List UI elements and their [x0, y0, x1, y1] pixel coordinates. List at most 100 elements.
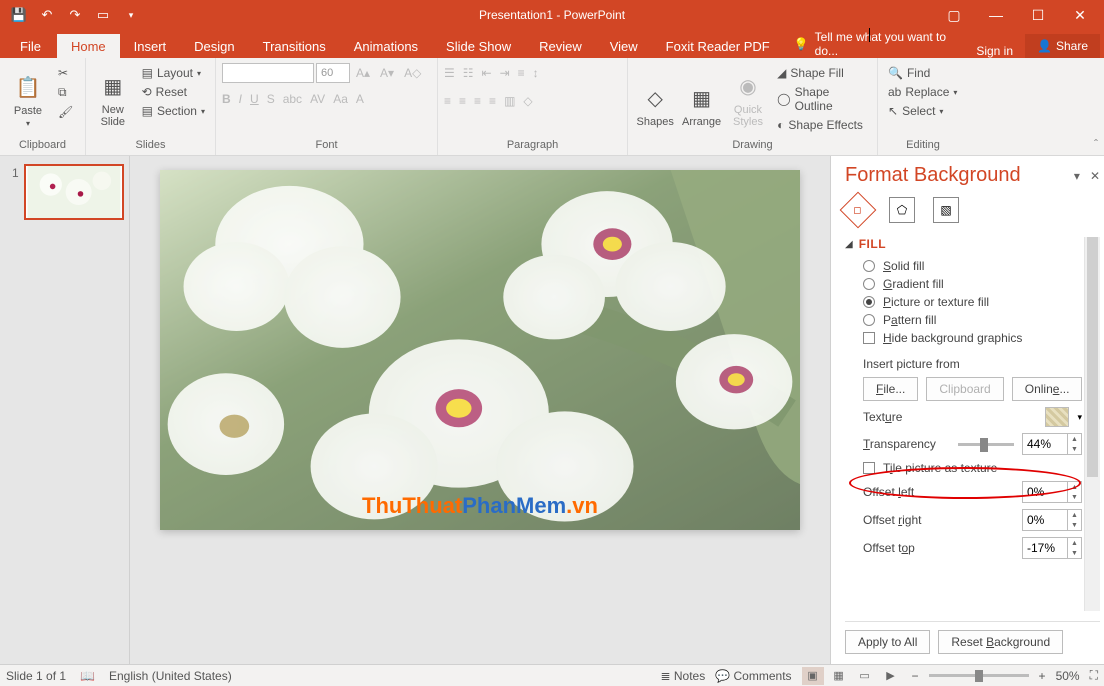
- effects-category-icon[interactable]: ⬠: [889, 197, 915, 223]
- font-name-combo[interactable]: [222, 63, 314, 83]
- layout-button[interactable]: ▤Layout▾: [138, 64, 209, 82]
- font-color-icon[interactable]: A: [356, 92, 364, 106]
- share-button[interactable]: 👤 Share: [1025, 34, 1100, 58]
- tile-picture-check[interactable]: Tile picture as texture: [863, 461, 1082, 475]
- tab-view[interactable]: View: [596, 34, 652, 58]
- zoom-out-icon[interactable]: −: [912, 669, 919, 683]
- apply-to-all-button[interactable]: Apply to All: [845, 630, 930, 654]
- undo-icon[interactable]: ↶: [36, 4, 58, 26]
- slide-thumbnail-1[interactable]: 1: [24, 164, 124, 220]
- pattern-fill-radio[interactable]: Pattern fill: [863, 313, 1082, 327]
- decrease-indent-icon[interactable]: ⇤: [482, 66, 492, 80]
- normal-view-icon[interactable]: ▣: [802, 667, 824, 685]
- spin-down-icon[interactable]: ▼: [1068, 548, 1081, 558]
- spacing-icon[interactable]: AV: [310, 92, 325, 106]
- zoom-slider[interactable]: [929, 674, 1029, 677]
- italic-icon[interactable]: I: [239, 92, 242, 106]
- justify-icon[interactable]: ≡: [489, 94, 496, 108]
- tab-insert[interactable]: Insert: [120, 34, 181, 58]
- fill-category-icon[interactable]: ◇: [840, 192, 877, 229]
- offset-left-spinner[interactable]: ▲▼: [1022, 481, 1082, 503]
- online-button[interactable]: Online...: [1012, 377, 1083, 401]
- maximize-icon[interactable]: ☐: [1018, 1, 1058, 29]
- shape-fill-button[interactable]: ◢Shape Fill: [773, 64, 871, 82]
- redo-icon[interactable]: ↷: [64, 4, 86, 26]
- comments-button[interactable]: 💬 Comments: [715, 669, 791, 683]
- font-size-combo[interactable]: 60: [316, 63, 350, 83]
- start-from-beginning-icon[interactable]: ▭: [92, 4, 114, 26]
- tab-review[interactable]: Review: [525, 34, 596, 58]
- transparency-slider[interactable]: [958, 443, 1014, 446]
- hide-bg-graphics-check[interactable]: Hide background graphics: [863, 331, 1082, 345]
- gradient-fill-radio[interactable]: Gradient fill: [863, 277, 1082, 291]
- tab-design[interactable]: Design: [180, 34, 248, 58]
- qat-customize-icon[interactable]: ▾: [120, 4, 142, 26]
- zoom-level[interactable]: 50%: [1056, 669, 1080, 683]
- align-left-icon[interactable]: ≡: [444, 94, 451, 108]
- clear-formatting-icon[interactable]: A◇: [400, 64, 425, 82]
- columns-icon[interactable]: ▥: [504, 94, 515, 108]
- texture-picker[interactable]: [1045, 407, 1069, 427]
- text-direction-icon[interactable]: ↕: [533, 66, 539, 80]
- shadow-icon[interactable]: S: [267, 92, 275, 106]
- language-status[interactable]: English (United States): [109, 669, 232, 683]
- tab-file[interactable]: File: [4, 34, 57, 58]
- fill-section-header[interactable]: ◢ Fill: [845, 237, 1082, 251]
- reset-button[interactable]: ⟲Reset: [138, 83, 209, 101]
- section-button[interactable]: ▤Section▾: [138, 102, 209, 120]
- arrange-button[interactable]: ▦Arrange: [680, 62, 722, 128]
- offset-left-input[interactable]: [1023, 482, 1067, 502]
- pane-scrollbar[interactable]: [1084, 237, 1100, 611]
- offset-top-spinner[interactable]: ▲▼: [1022, 537, 1082, 559]
- solid-fill-radio[interactable]: SSolid fillolid fill: [863, 259, 1082, 273]
- transparency-spinner[interactable]: ▲▼: [1022, 433, 1082, 455]
- pane-close-icon[interactable]: ✕: [1090, 169, 1100, 183]
- spin-up-icon[interactable]: ▲: [1068, 482, 1081, 492]
- collapse-ribbon-icon[interactable]: ˆ: [1094, 137, 1098, 151]
- smartart-icon[interactable]: ◇: [523, 94, 532, 108]
- cut-button[interactable]: ✂: [54, 64, 77, 82]
- change-case-icon[interactable]: Aa: [333, 92, 348, 106]
- replace-button[interactable]: abReplace▾: [884, 83, 961, 101]
- offset-right-input[interactable]: [1023, 510, 1067, 530]
- quick-styles-button[interactable]: ◉Quick Styles: [727, 62, 769, 128]
- slide-count[interactable]: Slide 1 of 1: [6, 669, 66, 683]
- sorter-view-icon[interactable]: ▦: [828, 667, 850, 685]
- pane-options-icon[interactable]: ▾: [1074, 169, 1080, 183]
- bold-icon[interactable]: B: [222, 92, 231, 106]
- zoom-in-icon[interactable]: +: [1039, 669, 1046, 683]
- notes-button[interactable]: ≣ Notes: [660, 669, 705, 683]
- tab-transitions[interactable]: Transitions: [249, 34, 340, 58]
- spin-up-icon[interactable]: ▲: [1068, 434, 1081, 444]
- tab-home[interactable]: Home: [57, 34, 120, 58]
- align-center-icon[interactable]: ≡: [459, 94, 466, 108]
- reset-background-button[interactable]: Reset Background: [938, 630, 1063, 654]
- ribbon-display-icon[interactable]: ▢: [934, 1, 974, 29]
- numbering-icon[interactable]: ☷: [463, 66, 474, 80]
- picture-category-icon[interactable]: ▧: [933, 197, 959, 223]
- spin-down-icon[interactable]: ▼: [1068, 492, 1081, 502]
- increase-font-icon[interactable]: A▴: [352, 64, 374, 82]
- shape-outline-button[interactable]: ◯Shape Outline: [773, 83, 871, 115]
- spin-up-icon[interactable]: ▲: [1068, 538, 1081, 548]
- strike-icon[interactable]: abc: [283, 92, 302, 106]
- format-painter-button[interactable]: 🖌: [54, 103, 77, 121]
- underline-icon[interactable]: U: [250, 92, 259, 106]
- close-icon[interactable]: ✕: [1060, 1, 1100, 29]
- minimize-icon[interactable]: —: [976, 1, 1016, 29]
- fit-to-window-icon[interactable]: ⛶: [1090, 668, 1098, 683]
- tell-me-search[interactable]: 💡 Tell me what you want to do...: [794, 30, 965, 58]
- tab-animations[interactable]: Animations: [340, 34, 432, 58]
- reading-view-icon[interactable]: ▭: [854, 667, 876, 685]
- sign-in-link[interactable]: Sign in: [964, 44, 1025, 58]
- paste-button[interactable]: 📋 Paste ▾: [6, 62, 50, 128]
- chevron-down-icon[interactable]: ▾: [1077, 412, 1082, 423]
- shape-effects-button[interactable]: ◐Shape Effects: [773, 116, 871, 134]
- tab-foxit[interactable]: Foxit Reader PDF: [652, 34, 784, 58]
- spin-down-icon[interactable]: ▼: [1068, 520, 1081, 530]
- spin-down-icon[interactable]: ▼: [1068, 444, 1081, 454]
- transparency-input[interactable]: [1023, 434, 1067, 454]
- offset-top-input[interactable]: [1023, 538, 1067, 558]
- picture-fill-radio[interactable]: Picture or texture fill: [863, 295, 1082, 309]
- select-button[interactable]: ↖Select▾: [884, 102, 961, 120]
